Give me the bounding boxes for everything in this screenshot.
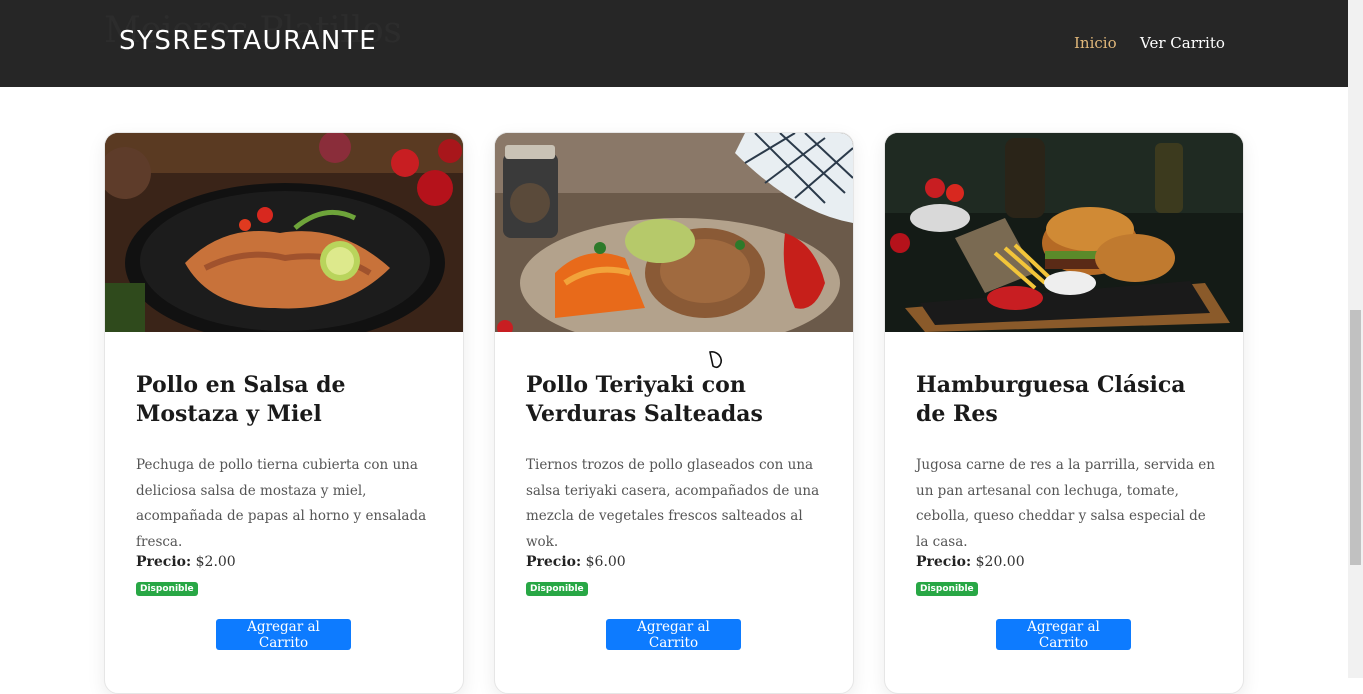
price-label: Precio: bbox=[136, 554, 192, 570]
product-description: Pechuga de pollo tierna cubierta con una… bbox=[136, 457, 427, 550]
price-value: $20.00 bbox=[975, 554, 1025, 570]
price-label: Precio: bbox=[526, 554, 582, 570]
page-scrollbar[interactable] bbox=[1348, 0, 1363, 678]
status-badge: Disponible bbox=[136, 582, 198, 596]
mouse-cursor-icon bbox=[707, 349, 725, 375]
add-to-cart-button[interactable]: Agregar al Carrito bbox=[996, 619, 1131, 651]
nav-link-ver-carrito[interactable]: Ver Carrito bbox=[1140, 34, 1225, 52]
status-badge: Disponible bbox=[916, 582, 978, 596]
product-description: Jugosa carne de res a la parrilla, servi… bbox=[916, 457, 1215, 550]
product-price: Precio: $2.00 bbox=[136, 554, 236, 570]
product-card: Hamburguesa Clásica de Res Jugosa carne … bbox=[884, 132, 1244, 694]
product-card: Pollo en Salsa de Mostaza y Miel Pechuga… bbox=[104, 132, 464, 694]
navbar: Mejores Platillos SYSRESTAURANTE Inicio … bbox=[0, 0, 1348, 87]
card-body: Pollo en Salsa de Mostaza y Miel Pechuga… bbox=[136, 371, 436, 651]
chicken-plate-photo bbox=[105, 133, 463, 332]
product-title: Pollo en Salsa de Mostaza y Miel bbox=[136, 372, 346, 427]
brand-logo[interactable]: SYSRESTAURANTE bbox=[119, 26, 377, 56]
scrollbar-thumb[interactable] bbox=[1350, 310, 1361, 565]
price-value: $2.00 bbox=[195, 554, 236, 570]
add-to-cart-button[interactable]: Agregar al Carrito bbox=[606, 619, 741, 651]
product-price: Precio: $6.00 bbox=[526, 554, 626, 570]
burger-board-photo bbox=[885, 133, 1243, 332]
status-badge: Disponible bbox=[526, 582, 588, 596]
price-value: $6.00 bbox=[585, 554, 626, 570]
add-to-cart-button[interactable]: Agregar al Carrito bbox=[216, 619, 351, 651]
product-title: Pollo Teriyaki con Verduras Salteadas bbox=[526, 372, 763, 427]
product-title: Hamburguesa Clásica de Res bbox=[916, 372, 1186, 427]
card-body: Pollo Teriyaki con Verduras Salteadas Ti… bbox=[526, 371, 826, 651]
teriyaki-plate-photo bbox=[495, 133, 853, 332]
nav-link-inicio[interactable]: Inicio bbox=[1074, 34, 1117, 52]
card-body: Hamburguesa Clásica de Res Jugosa carne … bbox=[916, 371, 1216, 651]
price-label: Precio: bbox=[916, 554, 972, 570]
product-description: Tiernos trozos de pollo glaseados con un… bbox=[526, 457, 820, 550]
product-price: Precio: $20.00 bbox=[916, 554, 1025, 570]
product-card: Pollo Teriyaki con Verduras Salteadas Ti… bbox=[494, 132, 854, 694]
